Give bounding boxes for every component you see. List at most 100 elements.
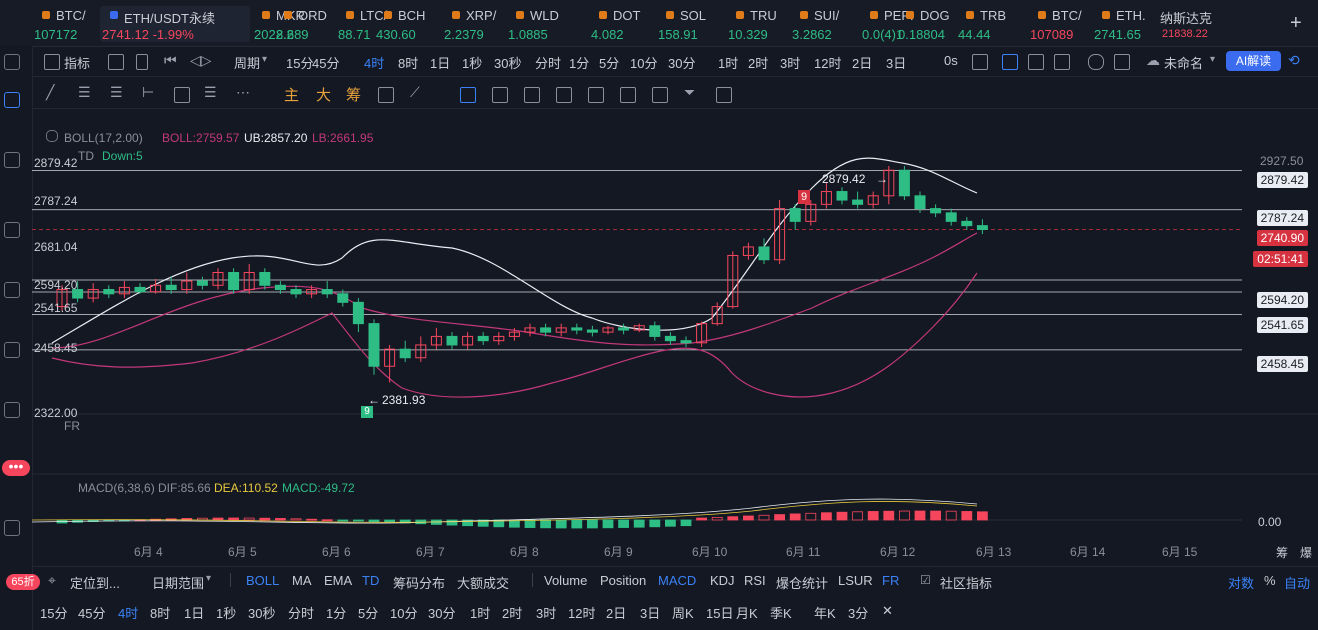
sub-indicator-toggle[interactable]: 爆仓统计 xyxy=(776,573,828,592)
price-line-tag[interactable]: 2541.65 xyxy=(1256,317,1308,333)
sub-indicator-toggle[interactable]: FR xyxy=(882,573,899,588)
layout-icon[interactable] xyxy=(136,54,148,70)
interval-tab[interactable]: 3时 xyxy=(780,53,800,72)
chip-corner-label[interactable]: 筹 xyxy=(1276,544,1288,561)
ticker-item[interactable]: BCH 430.60 xyxy=(374,6,436,42)
bottom-interval-tab[interactable]: 45分 xyxy=(78,603,105,622)
sub-indicator-toggle[interactable]: Volume xyxy=(544,573,587,588)
sub-indicator-toggle[interactable]: MACD xyxy=(658,573,696,588)
trash-icon[interactable] xyxy=(716,87,732,103)
interval-tab[interactable]: 10分 xyxy=(630,53,657,72)
bottom-interval-tab[interactable]: 30分 xyxy=(428,603,455,622)
auto-scale-toggle[interactable]: 自动 xyxy=(1284,573,1310,592)
td-label[interactable]: TD xyxy=(78,149,94,163)
sidebar-tool-icon[interactable] xyxy=(4,342,20,358)
indicator-toggle[interactable]: BOLL xyxy=(246,573,279,588)
price-line-tag[interactable]: 2879.42 xyxy=(1256,172,1308,188)
bottom-interval-tab[interactable]: 10分 xyxy=(390,603,417,622)
sub-indicator-toggle[interactable]: KDJ xyxy=(710,573,735,588)
bottom-interval-tab[interactable]: 季K xyxy=(770,603,792,622)
chip-button[interactable]: 筹 xyxy=(346,84,361,105)
interval-tab[interactable]: 分时 xyxy=(535,53,561,72)
main-indicator-button[interactable]: 主 xyxy=(284,84,299,105)
interval-tab[interactable]: 30秒 xyxy=(494,53,521,72)
interval-tab[interactable]: 1时 xyxy=(718,53,738,72)
interval-tab[interactable]: 30分 xyxy=(668,53,695,72)
sidebar-tool-icon[interactable] xyxy=(4,152,20,168)
camera-icon[interactable] xyxy=(972,54,988,70)
date-range-button[interactable]: 日期范围 xyxy=(152,573,204,592)
bottom-interval-tab[interactable]: 1分 xyxy=(326,603,346,622)
period-button[interactable]: 周期 xyxy=(234,53,260,72)
trendline-icon[interactable]: ╱ xyxy=(46,84,54,101)
ruler-icon[interactable] xyxy=(492,87,508,103)
bottom-interval-tab[interactable]: 15日 xyxy=(706,603,733,622)
bottom-interval-tab[interactable]: 5分 xyxy=(358,603,378,622)
select-icon[interactable] xyxy=(460,87,476,103)
chevron-down-icon[interactable]: ▾ xyxy=(206,573,211,584)
countdown-toggle[interactable]: 0s xyxy=(944,53,958,68)
bottom-interval-tab[interactable]: 周K xyxy=(672,603,694,622)
share-icon[interactable]: ⟲ xyxy=(1288,52,1300,69)
lock-icon[interactable] xyxy=(588,87,604,103)
bottom-interval-tab[interactable]: 2时 xyxy=(502,603,522,622)
fr-label[interactable]: FR xyxy=(64,419,80,433)
macd-label[interactable]: MACD(6,38,6) xyxy=(78,481,155,495)
bottom-interval-tab[interactable]: 分时 xyxy=(288,603,314,622)
sub-indicator-toggle[interactable]: Position xyxy=(600,573,646,588)
bottom-interval-tab[interactable]: 15分 xyxy=(40,603,67,622)
interval-tab[interactable]: 15分 xyxy=(286,53,313,72)
bottom-interval-tab[interactable]: 1时 xyxy=(470,603,490,622)
filter-icon[interactable]: ⏷ xyxy=(684,84,695,101)
sub-indicator-toggle[interactable]: RSI xyxy=(744,573,766,588)
ticker-item[interactable]: DOT 4.082 xyxy=(589,6,651,42)
interval-tab[interactable]: 8时 xyxy=(398,53,418,72)
interval-tab[interactable]: 1分 xyxy=(569,53,589,72)
edit-icon[interactable] xyxy=(378,87,394,103)
liquidation-corner-label[interactable]: 爆 xyxy=(1300,544,1312,561)
price-line-tag[interactable]: 2458.45 xyxy=(1256,356,1308,372)
kline-chart[interactable]: BOLL(17,2.00) BOLL:2759.57 UB:2857.20 LB… xyxy=(31,108,1318,568)
chevron-down-icon[interactable]: ▾ xyxy=(1210,54,1215,65)
settings-gear-icon[interactable] xyxy=(1088,54,1104,70)
indicator-toggle[interactable]: 大额成交 xyxy=(457,573,509,592)
interval-tab[interactable]: 4时 xyxy=(364,53,384,72)
candles-icon[interactable] xyxy=(556,87,572,103)
measure-icon[interactable] xyxy=(524,87,540,103)
pencil-icon[interactable] xyxy=(1002,54,1018,70)
ticker-item[interactable]: BTC/107172 xyxy=(32,6,98,42)
interval-tab[interactable]: 2时 xyxy=(748,53,768,72)
interval-tab[interactable]: 3日 xyxy=(886,53,906,72)
ticker-item[interactable]: XRP/2.2379 xyxy=(442,6,504,42)
more-dots-icon[interactable]: ••• xyxy=(2,459,30,476)
sidebar-tool-icon[interactable] xyxy=(4,520,20,536)
note-icon[interactable] xyxy=(620,87,636,103)
sidebar-tool-icon[interactable] xyxy=(4,402,20,418)
layout-name[interactable]: 未命名 xyxy=(1164,53,1203,72)
ticker-item[interactable]: BTC/107089 xyxy=(1028,6,1090,42)
sub-indicator-toggle[interactable]: LSUR xyxy=(838,573,873,588)
bottom-interval-tab[interactable]: 2日 xyxy=(606,603,626,622)
fib-icon[interactable]: ☰ xyxy=(204,84,217,101)
ticker-item[interactable]: DOG 0.18804 xyxy=(896,6,958,42)
fullscreen-icon[interactable] xyxy=(1054,54,1070,70)
price-line-tag[interactable]: 2787.24 xyxy=(1256,210,1308,226)
indicator-toggle[interactable]: MA xyxy=(292,573,312,588)
price-line-tag[interactable]: 2594.20 xyxy=(1256,292,1308,308)
close-icon[interactable]: ✕ xyxy=(882,603,893,619)
big-order-button[interactable]: 大 xyxy=(316,84,331,105)
calendar-icon[interactable] xyxy=(108,54,124,70)
rewind-icon[interactable]: ⏮ xyxy=(164,52,177,69)
bottom-interval-tab[interactable]: 12时 xyxy=(568,603,595,622)
ticker-item[interactable]: TRU 10.329 xyxy=(726,6,788,42)
bottom-interval-tab[interactable]: 1秒 xyxy=(216,603,236,622)
locate-button[interactable]: 定位到... xyxy=(70,573,120,592)
rectangle-icon[interactable] xyxy=(174,87,190,103)
template-icon[interactable] xyxy=(1114,54,1130,70)
community-indicators-button[interactable]: 社区指标 xyxy=(940,573,992,592)
ticker-item[interactable]: SOL 158.91 xyxy=(656,6,718,42)
sidebar-tool-icon[interactable] xyxy=(4,54,20,70)
add-icon[interactable]: + xyxy=(1290,12,1302,35)
indicator-button[interactable]: 指标 xyxy=(64,53,90,72)
bottom-interval-tab[interactable]: 年K xyxy=(814,603,836,622)
